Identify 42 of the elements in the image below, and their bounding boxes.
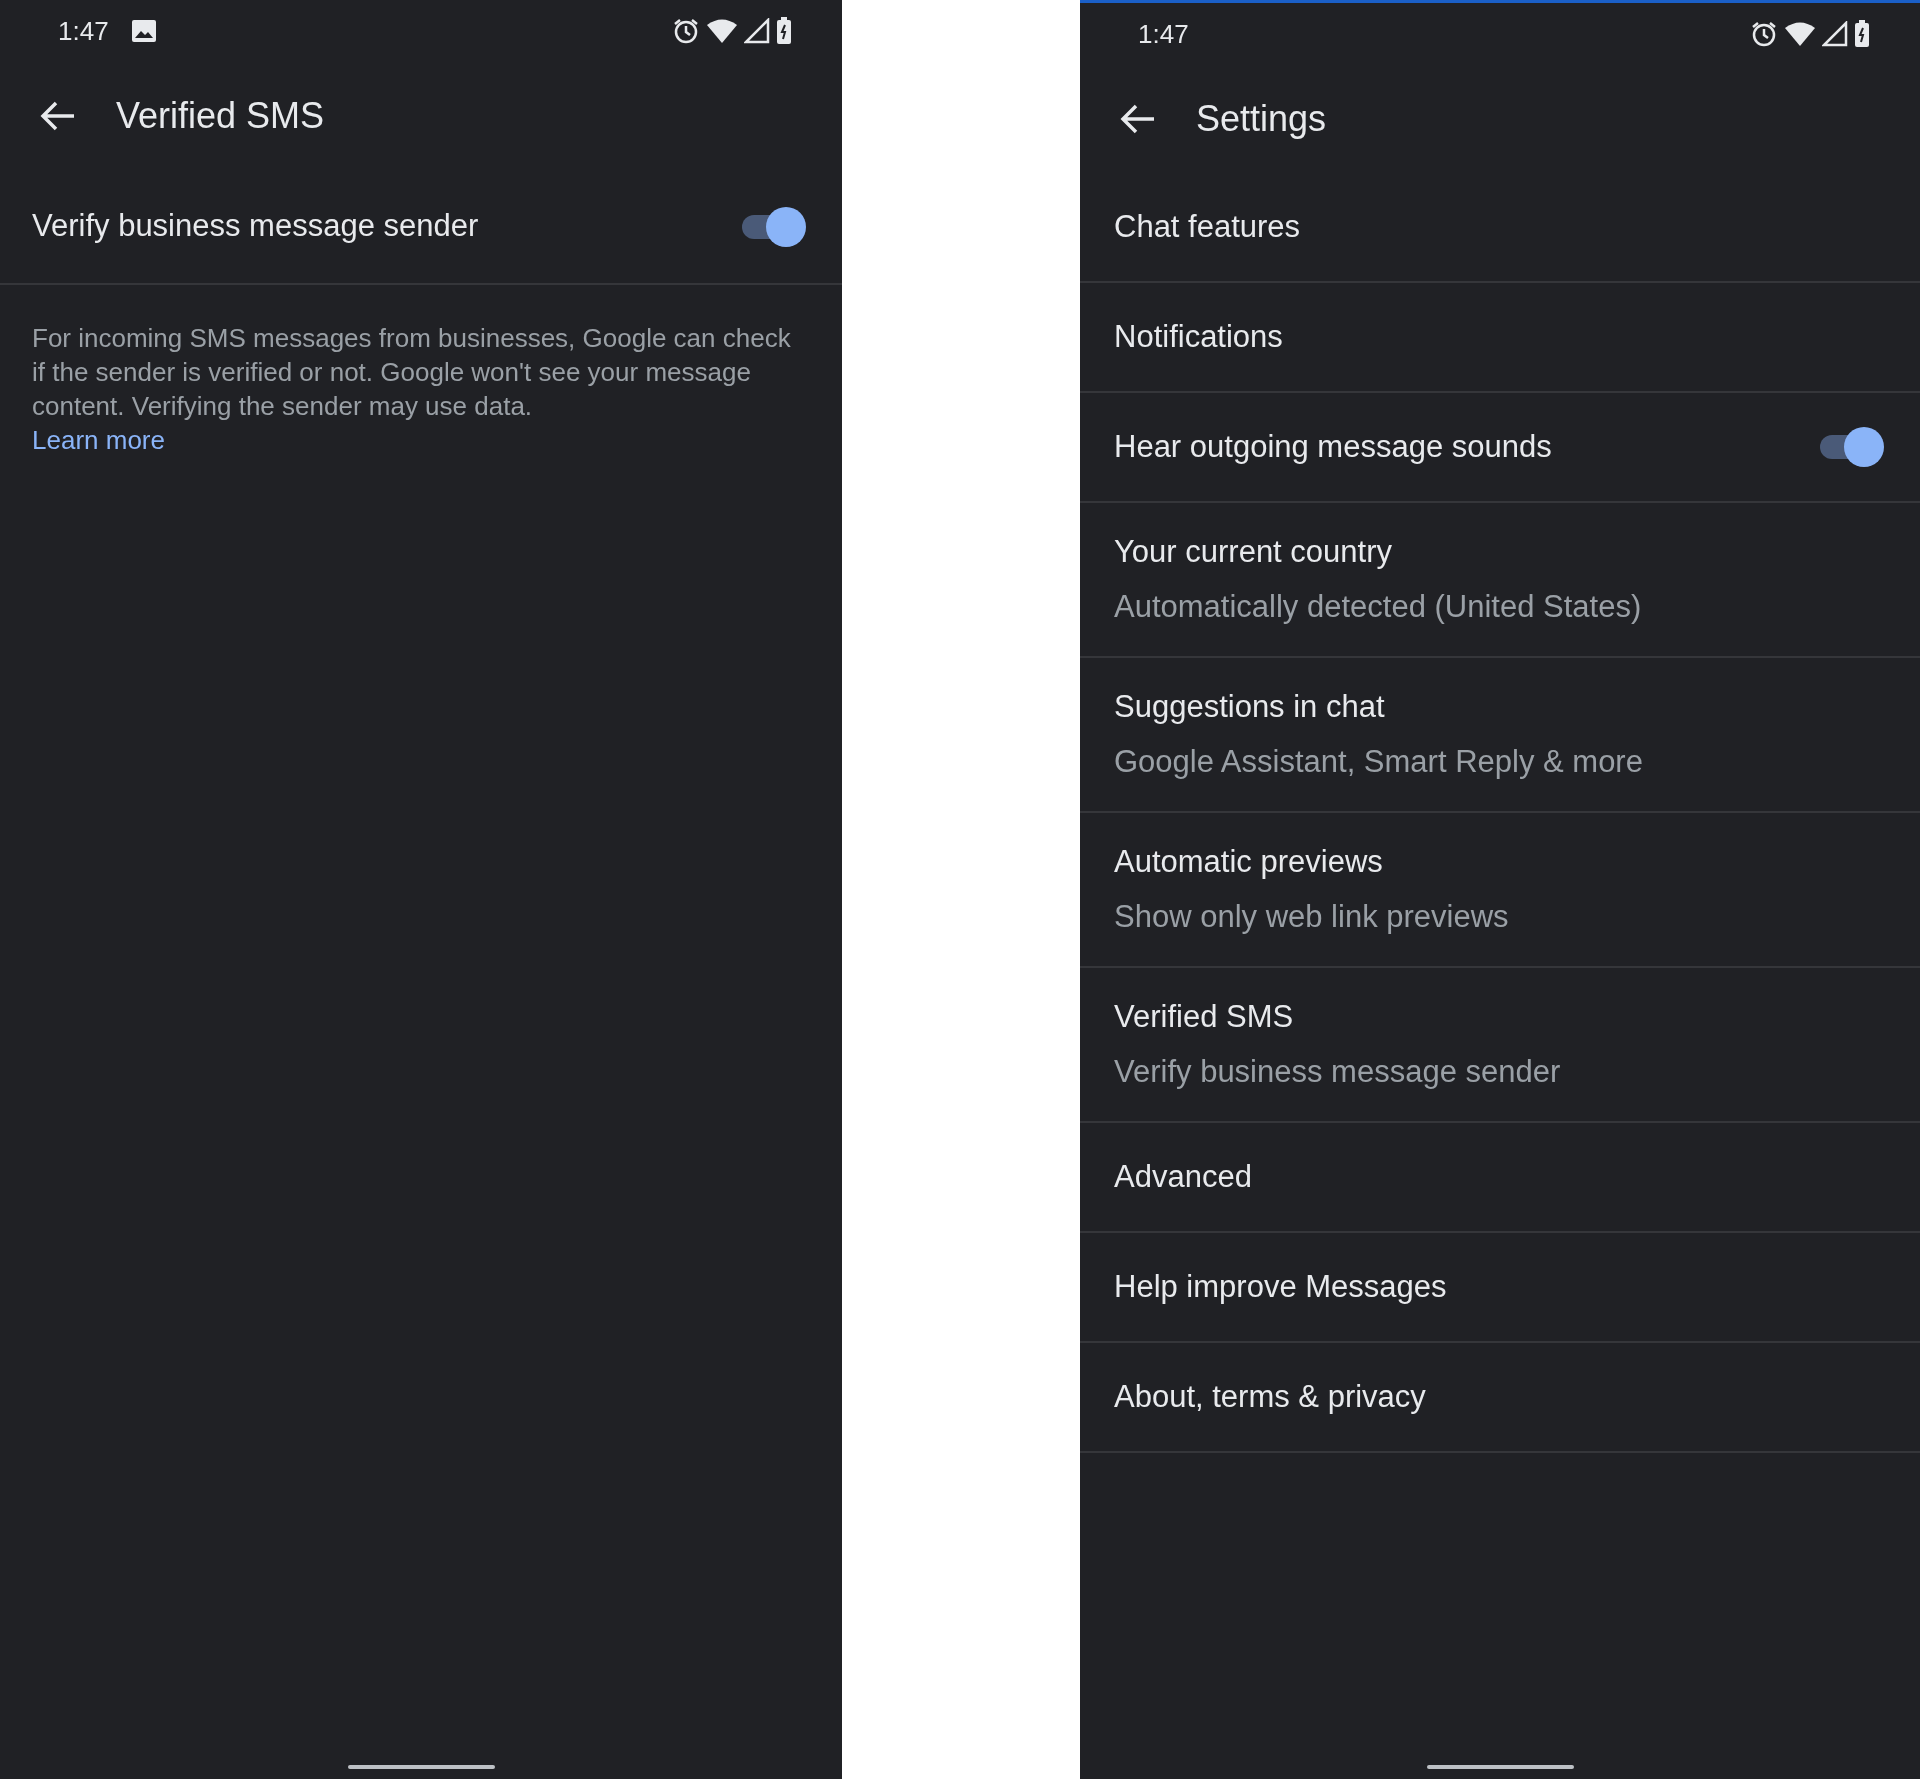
setting-label: Verify business message sender xyxy=(32,207,479,246)
alarm-icon xyxy=(1750,20,1778,48)
wifi-icon xyxy=(1784,21,1816,47)
row-title: Help improve Messages xyxy=(1114,1267,1447,1306)
row-title: Notifications xyxy=(1114,317,1283,356)
screen-title: Settings xyxy=(1196,97,1327,141)
learn-more-link[interactable]: Learn more xyxy=(32,425,165,455)
signal-icon xyxy=(1822,21,1848,47)
settings-row[interactable]: Notifications xyxy=(1080,283,1920,393)
row-subtitle: Automatically detected (United States) xyxy=(1114,587,1642,626)
signal-icon xyxy=(744,18,770,44)
row-title: Automatic previews xyxy=(1114,843,1384,881)
row-subtitle: Show only web link previews xyxy=(1114,897,1509,936)
settings-row[interactable]: Help improve Messages xyxy=(1080,1233,1920,1343)
battery-icon xyxy=(1854,20,1870,48)
screen-title: Verified SMS xyxy=(116,94,325,138)
status-time: 1:47 xyxy=(58,14,109,48)
settings-row[interactable]: Chat features xyxy=(1080,173,1920,283)
battery-icon xyxy=(776,17,792,45)
back-arrow-icon[interactable] xyxy=(1120,103,1156,135)
row-title: Chat features xyxy=(1114,207,1301,246)
row-title: Verified SMS xyxy=(1114,998,1295,1036)
row-subtitle: Verify business message sender xyxy=(1114,1052,1561,1091)
wifi-icon xyxy=(706,18,738,44)
row-title: Suggestions in chat xyxy=(1114,688,1386,726)
settings-row[interactable]: Automatic previews Show only web link previews xyxy=(1080,813,1920,968)
alarm-icon xyxy=(672,17,700,45)
description-text: For incoming SMS messages from businesses, Google can check if the sender is verified or not. Google won't see your message content. Verifying the sender may use data. xyxy=(32,322,792,423)
settings-row[interactable]: About, terms & privacy xyxy=(1080,1343,1920,1453)
back-arrow-icon[interactable] xyxy=(40,100,76,132)
status-time: 1:47 xyxy=(1138,17,1189,51)
settings-row[interactable]: Your current country Automatically detected (United States) xyxy=(1080,503,1920,658)
image-icon xyxy=(130,19,157,43)
settings-row[interactable]: Hear outgoing message sounds xyxy=(1080,393,1920,503)
row-title: Hear outgoing message sounds xyxy=(1114,427,1552,466)
settings-row[interactable]: Verified SMS Verify business message sender xyxy=(1080,968,1920,1123)
row-subtitle: Google Assistant, Smart Reply & more xyxy=(1114,742,1643,781)
settings-row[interactable]: Suggestions in chat Google Assistant, Smart Reply & more xyxy=(1080,658,1920,813)
row-title: About, terms & privacy xyxy=(1114,1377,1426,1416)
row-title: Your current country xyxy=(1114,533,1393,571)
settings-row[interactable]: Advanced xyxy=(1080,1123,1920,1233)
row-title: Advanced xyxy=(1114,1157,1252,1196)
